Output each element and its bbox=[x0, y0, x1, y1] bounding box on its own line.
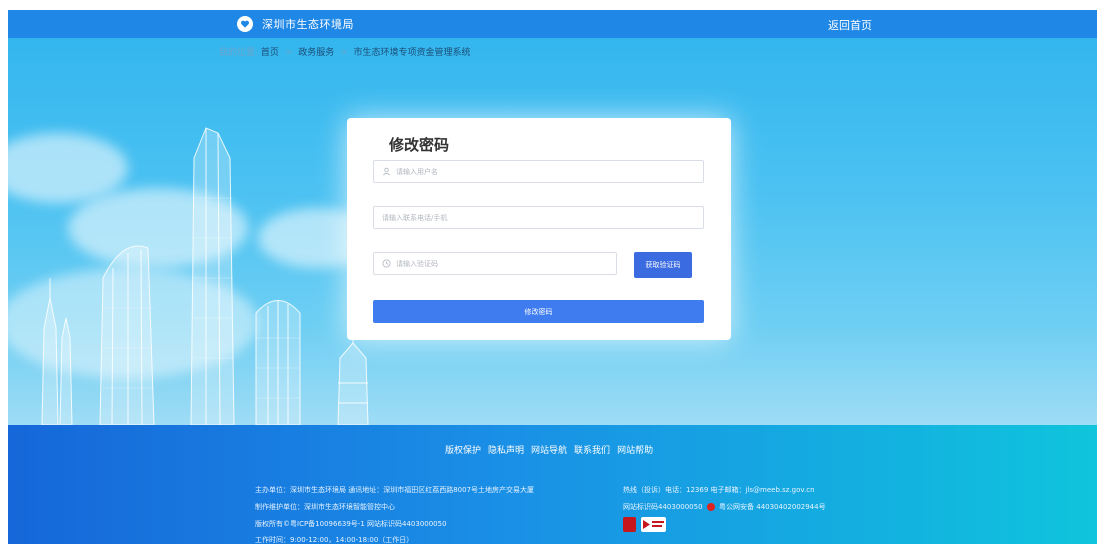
footer-nav: 版权保护 隐私声明 网站导航 联系我们 网站帮助 bbox=[445, 443, 653, 456]
phone-input[interactable] bbox=[382, 213, 703, 222]
top-header: 深圳市生态环境局 返回首页 bbox=[8, 10, 1097, 38]
site-footer: 版权保护 隐私声明 网站导航 联系我们 网站帮助 主办单位：深圳市生态环境局 通… bbox=[8, 425, 1097, 544]
breadcrumb-gov-services[interactable]: 政务服务 bbox=[298, 48, 334, 58]
footer-sponsor: 主办单位：深圳市生态环境局 通讯地址：深圳市福田区红荔西路8007号土地房产交易… bbox=[255, 486, 535, 494]
party-emblem-icon[interactable] bbox=[623, 517, 636, 532]
police-badge-icon bbox=[706, 503, 715, 511]
get-code-button[interactable]: 获取验证码 bbox=[634, 252, 692, 278]
clock-icon bbox=[382, 259, 391, 268]
gov-error-report-badge-icon[interactable] bbox=[641, 517, 666, 532]
footer-link-help[interactable]: 网站帮助 bbox=[617, 443, 653, 456]
breadcrumb-label: 我的位置: bbox=[219, 48, 259, 58]
hero-banner: 我的位置: 首页 > 政务服务 > 市生态环境专项资金管理系统 修改密码 请输入… bbox=[8, 38, 1097, 425]
heart-logo-icon bbox=[237, 16, 253, 32]
footer-link-privacy[interactable]: 隐私声明 bbox=[488, 443, 524, 456]
footer-hotline: 热线（投诉）电话：12369 电子邮箱：jls@meeb.sz.gov.cn bbox=[623, 486, 815, 494]
user-icon bbox=[383, 167, 390, 176]
footer-copyright: 版权所有©粤ICP备10096639号-1 网站标识码4403000050 bbox=[255, 520, 447, 528]
footer-link-copyright[interactable]: 版权保护 bbox=[445, 443, 481, 456]
breadcrumb-home[interactable]: 首页 bbox=[261, 48, 279, 58]
footer-hours: 工作时间：9:00-12:00，14:00-18:00（工作日） bbox=[255, 536, 414, 544]
footer-police-record[interactable]: 粤公网安备 44030402002944号 bbox=[719, 503, 826, 511]
change-password-card: 修改密码 获取验证码 修改密码 bbox=[347, 118, 731, 340]
footer-maintainer: 制作维护单位：深圳市生态环境智能管控中心 bbox=[255, 503, 395, 511]
site-title: 深圳市生态环境局 bbox=[262, 18, 354, 31]
footer-link-contact[interactable]: 联系我们 bbox=[574, 443, 610, 456]
change-password-submit-button[interactable]: 修改密码 bbox=[373, 300, 704, 323]
footer-site-id-text: 网站标识码4403000050 bbox=[623, 503, 703, 511]
username-input[interactable] bbox=[396, 167, 703, 176]
return-home-link[interactable]: 返回首页 bbox=[828, 17, 872, 33]
page: 深圳市生态环境局 返回首页 我的位置: 首页 > 政务服务 > 市生态环境专项资… bbox=[8, 10, 1097, 544]
form-title: 修改密码 bbox=[389, 136, 450, 154]
footer-link-sitemap[interactable]: 网站导航 bbox=[531, 443, 567, 456]
breadcrumb-separator: > bbox=[340, 48, 348, 58]
username-field[interactable] bbox=[373, 160, 704, 183]
phone-field[interactable] bbox=[373, 206, 704, 229]
breadcrumb: 我的位置: 首页 > 政务服务 > 市生态环境专项资金管理系统 bbox=[219, 45, 471, 58]
verification-code-input[interactable] bbox=[396, 259, 616, 268]
verification-code-field[interactable] bbox=[373, 252, 617, 275]
site-logo[interactable]: 深圳市生态环境局 bbox=[237, 16, 354, 32]
footer-site-id: 网站标识码4403000050 粤公网安备 44030402002944号 bbox=[623, 502, 826, 512]
breadcrumb-current-system[interactable]: 市生态环境专项资金管理系统 bbox=[354, 48, 471, 58]
breadcrumb-separator: > bbox=[284, 48, 293, 58]
